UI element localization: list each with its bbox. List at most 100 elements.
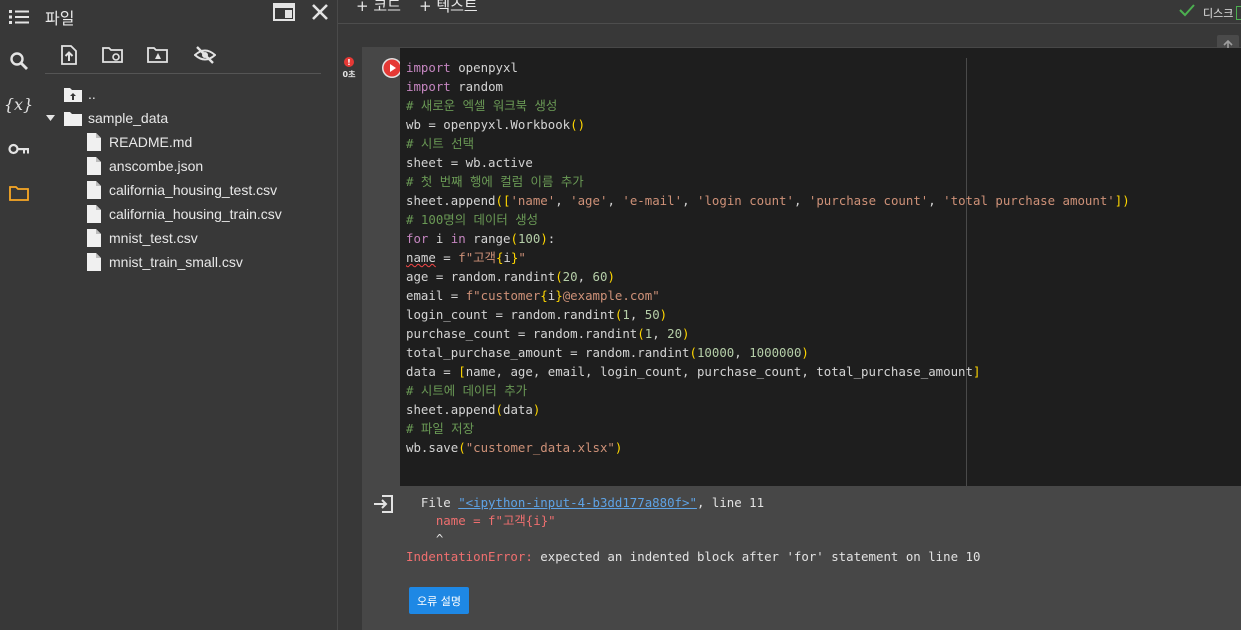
execution-time: 0초 bbox=[342, 70, 356, 79]
traceback-caret: ^ bbox=[406, 531, 444, 546]
code-token: 1000000 bbox=[749, 345, 802, 360]
check-icon bbox=[1179, 2, 1195, 21]
code-line[interactable]: # 파일 저장 bbox=[406, 421, 474, 436]
open-tab-icon[interactable] bbox=[273, 3, 295, 23]
code-token: " bbox=[518, 250, 526, 265]
code-token: data bbox=[503, 402, 533, 417]
code-token: , bbox=[652, 326, 668, 341]
code-line[interactable]: # 100명의 데이터 생성 bbox=[406, 212, 538, 227]
code-line[interactable]: sheet.append(data) bbox=[406, 402, 540, 417]
code-token: , bbox=[793, 193, 809, 208]
key-icon[interactable] bbox=[6, 136, 31, 161]
error-type: IndentationError: bbox=[406, 549, 533, 564]
code-token: 50 bbox=[644, 307, 660, 322]
code-line[interactable]: email = f"customer{i}@example.com" bbox=[406, 288, 660, 303]
code-token: ) bbox=[614, 440, 623, 455]
code-token: ) bbox=[540, 231, 548, 246]
code-token: # 새로운 엑셀 워크북 생성 bbox=[406, 98, 558, 113]
run-cell-button[interactable] bbox=[382, 58, 402, 78]
code-token: age = random.randint bbox=[406, 269, 556, 284]
code-line[interactable]: import random bbox=[406, 79, 503, 94]
code-token: f"고객 bbox=[458, 250, 496, 265]
code-token: , bbox=[629, 307, 645, 322]
code-token: ( bbox=[555, 269, 563, 284]
add-text-button[interactable]: + 텍스트 bbox=[419, 0, 478, 16]
code-token: wb.save bbox=[406, 440, 459, 455]
cell-output: File "<ipython-input-4-b3dd177a880f>", l… bbox=[362, 487, 1241, 630]
panel-title: 파일 bbox=[45, 9, 75, 28]
code-token: ([ bbox=[495, 193, 511, 208]
tree-item-file[interactable]: anscombe.json bbox=[85, 155, 203, 177]
tree-item-file[interactable]: mnist_test.csv bbox=[85, 227, 198, 249]
code-text[interactable]: import openpyxl import random # 새로운 엑셀 워… bbox=[406, 58, 1130, 457]
refresh-folder-icon[interactable] bbox=[101, 44, 125, 66]
code-line[interactable]: login_count = random.randint(1, 50) bbox=[406, 307, 667, 322]
caret-down-icon[interactable] bbox=[43, 115, 57, 121]
upload-icon[interactable] bbox=[57, 44, 81, 66]
code-token: f"customer bbox=[465, 288, 541, 303]
output-menu-icon[interactable] bbox=[372, 493, 394, 515]
code-token: 'e-mail' bbox=[622, 193, 683, 208]
hide-icon[interactable] bbox=[193, 44, 217, 66]
tree-item-folder[interactable]: sample_data bbox=[43, 107, 168, 129]
folder-up-icon bbox=[64, 85, 82, 103]
code-line[interactable]: # 첫 번째 행에 컬럼 이름 추가 bbox=[406, 174, 584, 189]
explain-error-button[interactable]: 오류 설명 bbox=[409, 587, 469, 614]
tree-item-label: california_housing_test.csv bbox=[109, 182, 278, 198]
file-panel: 파일 .. sample_data README.md anscombe.jso… bbox=[37, 0, 338, 630]
code-token: data = bbox=[406, 364, 459, 379]
traceback-text: File "<ipython-input-4-b3dd177a880f>", l… bbox=[406, 494, 980, 566]
folder-icon[interactable] bbox=[6, 180, 31, 205]
code-line[interactable]: import openpyxl bbox=[406, 60, 518, 75]
code-token: ) bbox=[607, 269, 615, 284]
code-token: ( bbox=[495, 402, 503, 417]
close-icon[interactable] bbox=[311, 3, 331, 23]
code-line[interactable]: sheet = wb.active bbox=[406, 155, 533, 170]
list-icon[interactable] bbox=[6, 4, 31, 29]
code-line[interactable]: wb.save("customer_data.xlsx") bbox=[406, 440, 622, 455]
code-line[interactable]: # 시트에 데이터 추가 bbox=[406, 383, 527, 398]
code-line[interactable]: for i in range(100): bbox=[406, 231, 555, 246]
panel-divider bbox=[45, 73, 321, 74]
code-token: import bbox=[406, 79, 451, 94]
code-token: () bbox=[570, 117, 586, 132]
tree-item-label: anscombe.json bbox=[109, 158, 204, 174]
error-badge: ! bbox=[344, 57, 354, 67]
code-token: i bbox=[428, 231, 451, 246]
code-token: openpyxl bbox=[450, 60, 518, 75]
tree-item-parent[interactable]: .. bbox=[64, 83, 96, 105]
code-line[interactable]: purchase_count = random.randint(1, 20) bbox=[406, 326, 690, 341]
play-icon bbox=[383, 59, 401, 77]
notebook-area: + 코드 + 텍스트 디스크 ! 0초 import openpyxl impo… bbox=[338, 0, 1241, 630]
code-token: name bbox=[406, 250, 436, 265]
code-line[interactable]: age = random.randint(20, 60) bbox=[406, 269, 615, 284]
tree-item-file[interactable]: california_housing_test.csv bbox=[85, 179, 277, 201]
code-token: # 파일 저장 bbox=[406, 421, 474, 436]
variables-icon[interactable]: {x} bbox=[4, 92, 33, 117]
code-token: purchase_count = random.randint bbox=[406, 326, 638, 341]
code-token: sheet = wb.active bbox=[406, 155, 533, 170]
tree-item-file[interactable]: california_housing_train.csv bbox=[85, 203, 282, 225]
drive-icon[interactable] bbox=[146, 44, 170, 66]
code-line[interactable]: total_purchase_amount = random.randint(1… bbox=[406, 345, 809, 360]
code-token: in bbox=[450, 231, 466, 246]
add-code-button[interactable]: + 코드 bbox=[356, 0, 401, 16]
code-line[interactable]: # 시트 선택 bbox=[406, 136, 474, 151]
code-line[interactable]: sheet.append(['name', 'age', 'e-mail', '… bbox=[406, 193, 1130, 208]
code-cell[interactable]: ! 0초 import openpyxl import random # 새로운… bbox=[343, 35, 1241, 630]
resource-status[interactable]: 디스크 bbox=[1179, 0, 1241, 22]
traceback-file-link[interactable]: "<ipython-input-4-b3dd177a880f>" bbox=[458, 495, 697, 510]
code-token: 'login count' bbox=[696, 193, 794, 208]
code-token: 1 bbox=[622, 307, 630, 322]
code-token: [ bbox=[458, 364, 466, 379]
code-line[interactable]: wb = openpyxl.Workbook() bbox=[406, 117, 585, 132]
tree-item-file[interactable]: mnist_train_small.csv bbox=[85, 251, 243, 273]
tree-item-file[interactable]: README.md bbox=[85, 131, 192, 153]
code-token: , bbox=[555, 193, 571, 208]
code-line[interactable]: name = f"고객{i}" bbox=[406, 250, 526, 265]
code-editor[interactable]: import openpyxl import random # 새로운 엑셀 워… bbox=[400, 48, 1241, 486]
search-icon[interactable] bbox=[6, 48, 31, 73]
error-message: expected an indented block after 'for' s… bbox=[532, 549, 981, 564]
code-line[interactable]: # 새로운 엑셀 워크북 생성 bbox=[406, 98, 557, 113]
code-line[interactable]: data = [name, age, email, login_count, p… bbox=[406, 364, 980, 379]
